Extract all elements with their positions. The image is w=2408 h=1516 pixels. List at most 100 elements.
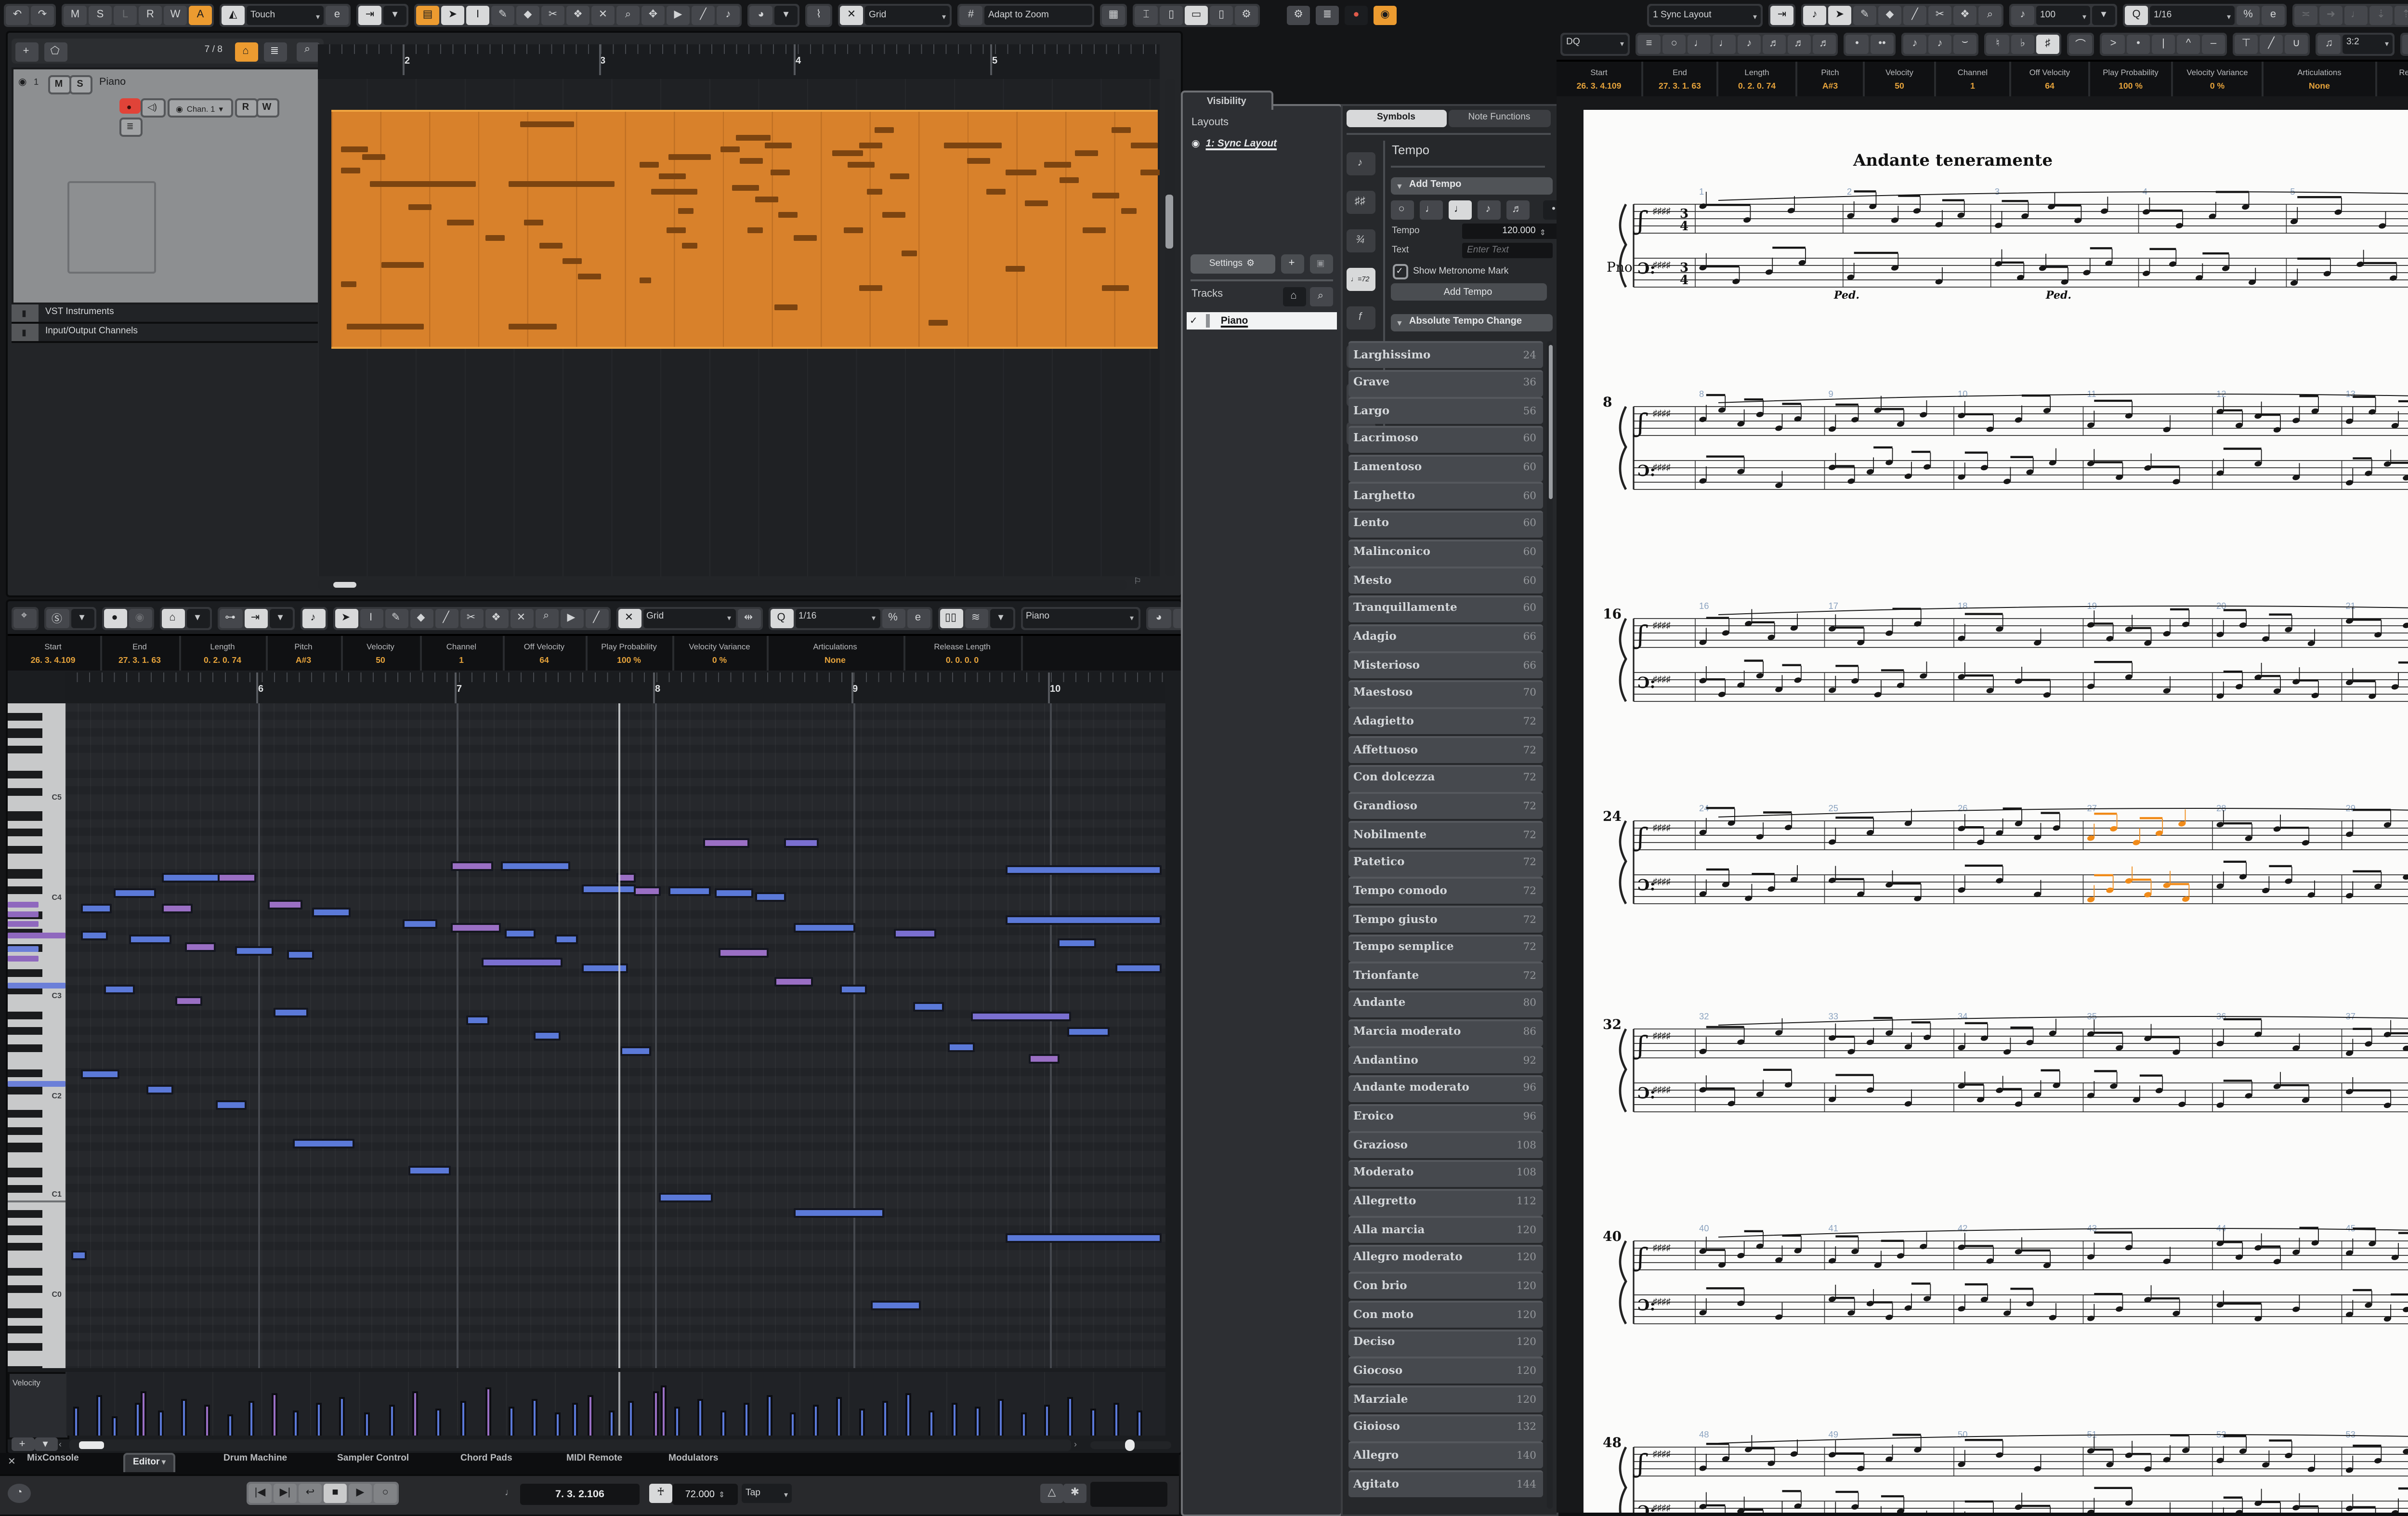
- goto-next-marker-button[interactable]: ▶|: [274, 1484, 297, 1503]
- colorize-icon[interactable]: ◕: [1147, 608, 1170, 627]
- midi-note[interactable]: [161, 904, 192, 914]
- tempo-list-item[interactable]: Marziale120: [1348, 1385, 1542, 1412]
- midi-note[interactable]: [217, 873, 255, 883]
- tempo-list-item[interactable]: Adagietto72: [1348, 708, 1542, 735]
- part-midi-note[interactable]: [577, 274, 600, 278]
- part-midi-note[interactable]: [538, 243, 562, 248]
- part-midi-note[interactable]: [874, 127, 893, 132]
- tab-midi-remote[interactable]: MIDI Remote: [566, 1454, 622, 1464]
- midi-note[interactable]: [407, 1166, 450, 1176]
- tempo-list-item[interactable]: Allegro moderato120: [1348, 1244, 1542, 1271]
- velocity-bar[interactable]: [1089, 1409, 1096, 1436]
- track-read-button[interactable]: R: [234, 98, 257, 118]
- part-midi-note[interactable]: [523, 220, 542, 224]
- tempo-list-scrollbar[interactable]: [1547, 341, 1553, 1509]
- part-midi-note[interactable]: [650, 189, 696, 194]
- display-quantize-icon[interactable]: DQ▾: [1562, 34, 1628, 53]
- midi-note[interactable]: [947, 1042, 974, 1053]
- velocity-bar[interactable]: [388, 1405, 395, 1436]
- tuplet-icon[interactable]: ♫: [2317, 34, 2341, 53]
- grid-type-select[interactable]: Adapt to Zoom: [984, 6, 1092, 25]
- breve-icon[interactable]: ≡: [1637, 34, 1661, 53]
- select-tool-icon[interactable]: ➤: [441, 6, 464, 25]
- part-midi-note[interactable]: [858, 143, 881, 147]
- scissors-tool-icon[interactable]: ✂: [541, 6, 564, 25]
- swing-icon[interactable]: %: [881, 608, 904, 627]
- absolute-tempo-change-header[interactable]: ▼Absolute Tempo Change: [1390, 314, 1552, 330]
- midi-note[interactable]: [1028, 1054, 1059, 1065]
- redo-icon[interactable]: ↷: [31, 6, 54, 25]
- part-midi-note[interactable]: [901, 250, 916, 255]
- velocity-bar[interactable]: [1136, 1411, 1142, 1436]
- editor-hscrollbar[interactable]: [68, 1439, 1070, 1450]
- info-field-play-probability[interactable]: Play Probability100 %: [587, 636, 673, 671]
- velocity-bar[interactable]: [627, 1401, 634, 1436]
- tempo-list-item[interactable]: Misterioso66: [1348, 652, 1542, 679]
- tempo-track-toggle-icon[interactable]: ♰: [649, 1484, 672, 1503]
- score-system[interactable]: 32ʃƆ:♯♯♯♯♯♯♯♯3233343536373839: [1603, 1002, 2408, 1129]
- folder-vst-instruments[interactable]: ▮ VST Instruments: [11, 304, 319, 324]
- panel-solo-icon[interactable]: ◉: [1374, 5, 1397, 24]
- velocity-bar[interactable]: [951, 1403, 957, 1436]
- velocity-bar[interactable]: [248, 1401, 254, 1436]
- midi-part-piano[interactable]: [330, 110, 1157, 349]
- part-midi-note[interactable]: [1059, 177, 1078, 182]
- velocity-bar[interactable]: [434, 1409, 441, 1436]
- lower-zone-toggle-icon[interactable]: ▯: [1160, 6, 1183, 25]
- midi-note[interactable]: [450, 923, 500, 934]
- part-midi-note[interactable]: [1024, 200, 1047, 205]
- record-pitch-icon[interactable]: ⇣: [2369, 6, 2393, 25]
- velocity-bar[interactable]: [743, 1403, 749, 1436]
- part-midi-note[interactable]: [446, 220, 473, 224]
- color-tool-icon[interactable]: ◕: [749, 6, 772, 25]
- score-system[interactable]: ʃƆ:♯♯♯♯♯♯♯♯34341234567Ped.Ped.: [1603, 177, 2408, 304]
- quantize-select[interactable]: 1/16▾: [795, 608, 879, 627]
- half-icon[interactable]: ♩: [1688, 34, 1711, 53]
- scissors-tool-icon[interactable]: ✂: [1928, 6, 1951, 25]
- velocity-bar[interactable]: [608, 1411, 615, 1436]
- close-lower-zone-icon[interactable]: ✕: [8, 1456, 16, 1468]
- keyboard-octave[interactable]: C2: [7, 1002, 65, 1104]
- velocity-bar[interactable]: [363, 1412, 370, 1436]
- tempo-list-item[interactable]: Maestoso70: [1348, 680, 1542, 707]
- midi-note[interactable]: [267, 900, 301, 910]
- info-field-pitch[interactable]: PitchA#3: [267, 636, 342, 671]
- event-display-icon[interactable]: ▯▯: [939, 608, 962, 627]
- automation-mode-select[interactable]: Touch▾: [247, 6, 324, 25]
- info-field-channel[interactable]: Channel1: [421, 636, 504, 671]
- tempo-list-item[interactable]: Malinconico60: [1348, 539, 1542, 566]
- pencil-tool-icon[interactable]: ✎: [491, 6, 514, 25]
- velocity-bar[interactable]: [587, 1395, 593, 1436]
- play-tool-icon[interactable]: ▶: [667, 6, 690, 25]
- tab-sampler-control[interactable]: Sampler Control: [337, 1454, 409, 1464]
- part-midi-note[interactable]: [1043, 162, 1070, 167]
- velocity-bar[interactable]: [1020, 1412, 1027, 1436]
- tempo-list-item[interactable]: Lamentoso60: [1348, 454, 1542, 481]
- tempo-list-item[interactable]: Larghetto60: [1348, 482, 1542, 509]
- stop-button[interactable]: ■: [324, 1484, 347, 1503]
- layout-select[interactable]: 1 Sync Layout▾: [1649, 6, 1761, 25]
- audition-tool-icon[interactable]: ♪: [717, 6, 740, 25]
- score-system[interactable]: 16ʃƆ:♯♯♯♯♯♯♯♯1617181920212223: [1603, 592, 2408, 719]
- part-midi-note[interactable]: [773, 304, 797, 309]
- lane-preset-caret[interactable]: ▾: [34, 1437, 57, 1451]
- midi-note[interactable]: [554, 935, 577, 945]
- velocity-bar[interactable]: [531, 1399, 537, 1436]
- turn-icon[interactable]: ⌣: [1953, 34, 1976, 53]
- quantize-edit-icon[interactable]: e: [906, 608, 929, 627]
- midi-note[interactable]: [619, 1046, 650, 1057]
- info-field-velocity-variance[interactable]: Velocity Variance0 %: [673, 636, 768, 671]
- info-field-velocity[interactable]: Velocity50: [1865, 62, 1936, 96]
- part-midi-note[interactable]: [666, 227, 685, 232]
- midi-note[interactable]: [174, 996, 201, 1007]
- range-tool-icon[interactable]: I: [359, 608, 382, 627]
- part-midi-note[interactable]: [519, 121, 573, 126]
- part-midi-note[interactable]: [639, 162, 658, 167]
- track-edit-icon[interactable]: ≣: [118, 118, 142, 137]
- eighth-icon[interactable]: ♪: [1738, 34, 1761, 53]
- part-midi-note[interactable]: [1101, 285, 1128, 290]
- part-midi-note[interactable]: [739, 158, 762, 163]
- autoscroll-icon[interactable]: ⇥: [244, 608, 267, 627]
- part-midi-note[interactable]: [754, 197, 777, 201]
- tempo-list-item[interactable]: Lento60: [1348, 511, 1542, 538]
